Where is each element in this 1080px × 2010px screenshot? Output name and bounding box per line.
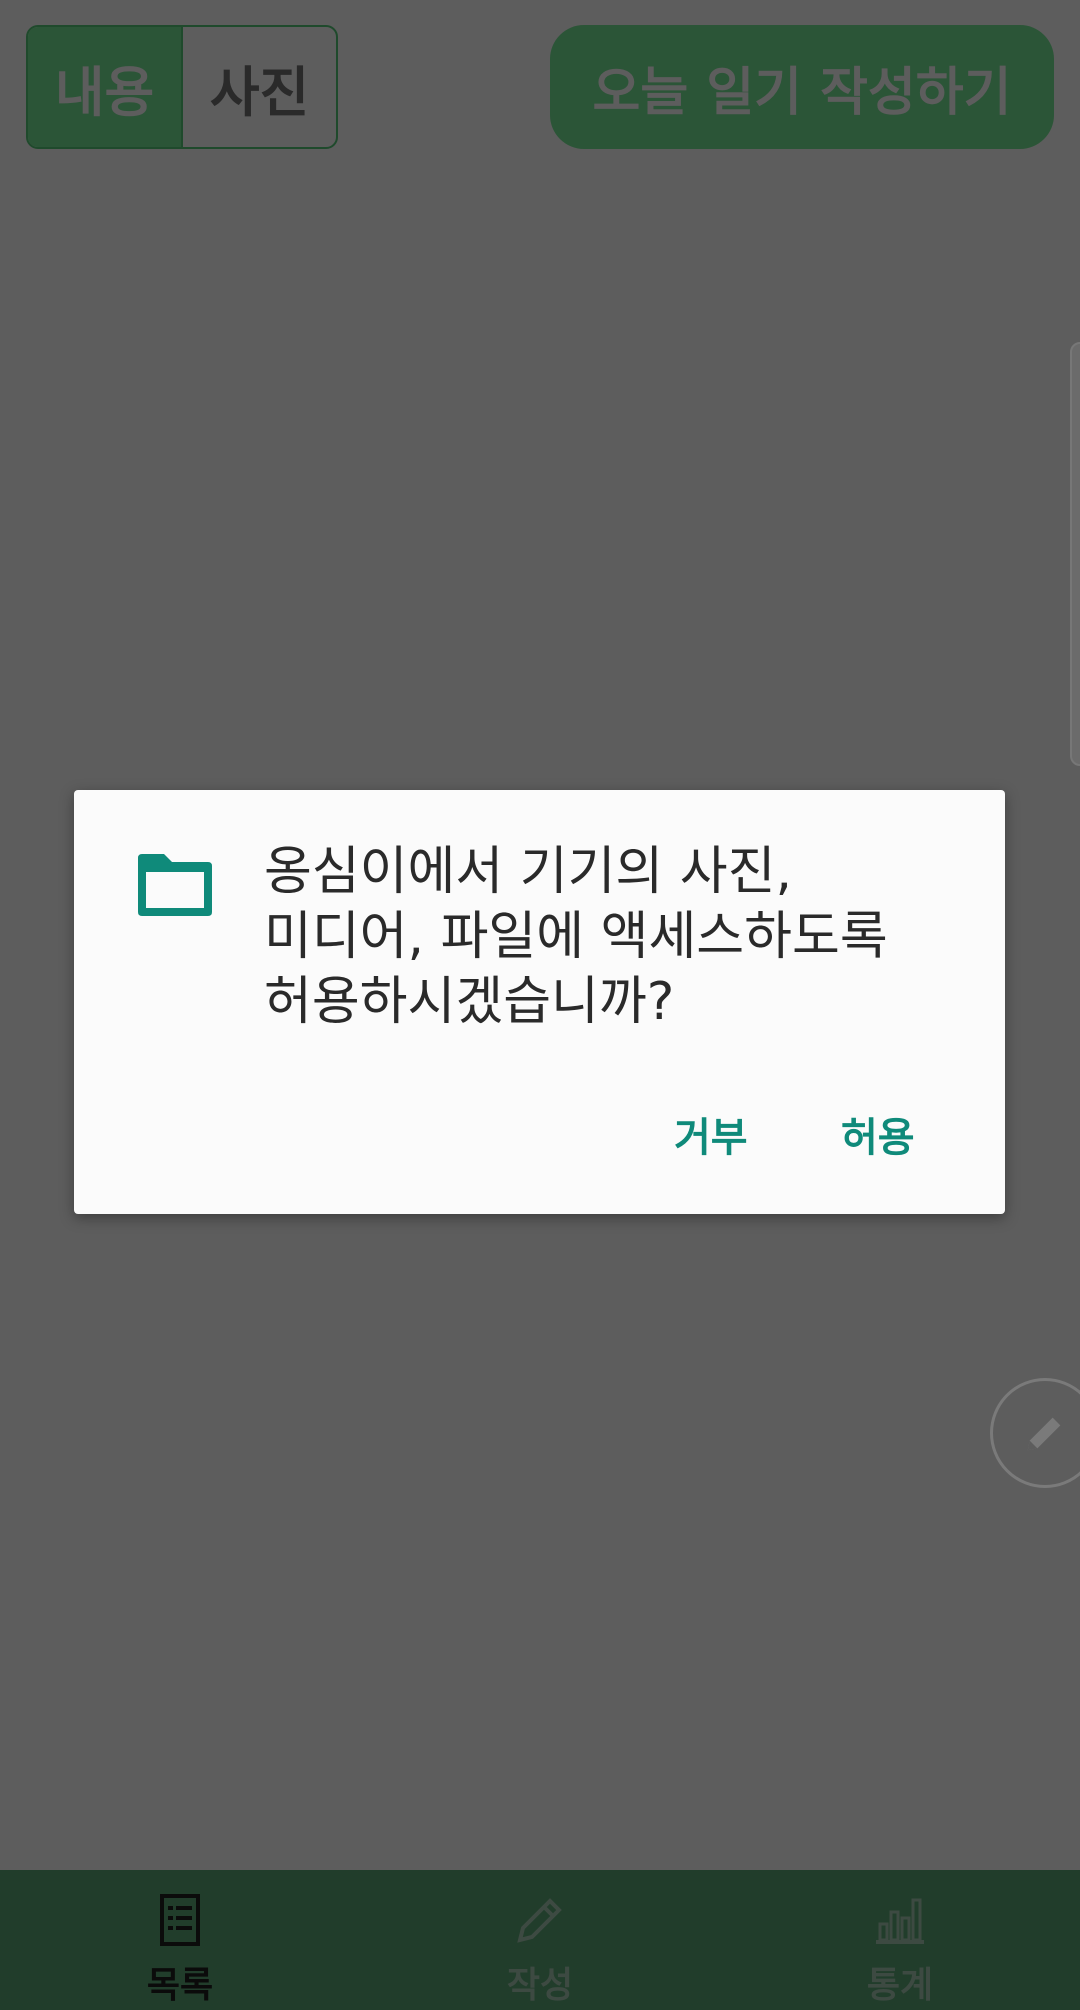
toggle-content-label: 내용 [54,60,155,124]
folder-icon [138,854,212,916]
toggle-content[interactable]: 내용 [28,27,181,147]
write-today-button[interactable]: 오늘 일기 작성하기 [550,25,1054,149]
nav-item-label: 작성 [506,1965,574,2006]
pencil-icon [1027,1417,1061,1451]
app-screen: 내용 사진 오늘 일기 작성하기 옹심이에서 기기의 사진, 미디어, 파일에 … [0,0,1080,2010]
deny-button[interactable]: 거부 [674,1105,748,1163]
allow-button[interactable]: 허용 [841,1105,915,1163]
toggle-photo-label: 사진 [209,60,310,124]
nav-item-label: 목록 [146,1965,214,2006]
dialog-message-line: 옹심이에서 기기의 사진, [264,842,792,902]
pencil-icon [517,1898,562,1943]
edit-fab-button[interactable] [990,1378,1080,1488]
dialog-message: 옹심이에서 기기의 사진, 미디어, 파일에 액세스하도록 허용하시겠습니까? [264,840,964,1035]
nav-item-label: 통계 [866,1965,934,2006]
nav-item-stats[interactable]: 통계 [720,1870,1080,2010]
nav-item-list[interactable]: 목록 [0,1870,360,2010]
toggle-photo[interactable]: 사진 [181,27,336,147]
permission-dialog: 옹심이에서 기기의 사진, 미디어, 파일에 액세스하도록 허용하시겠습니까? … [74,790,1005,1214]
bottom-navigation: 목록 작성 통계 [0,1870,1080,2010]
content-photo-toggle: 내용 사진 [26,25,338,149]
edge-panel-handle[interactable] [1070,342,1080,766]
write-today-label: 오늘 일기 작성하기 [592,62,1012,123]
list-icon [160,1894,200,1946]
dialog-message-line: 허용하시겠습니까? [264,972,675,1032]
bar-chart-icon [876,1898,924,1944]
nav-item-write[interactable]: 작성 [360,1870,720,2010]
dialog-message-line: 미디어, 파일에 액세스하도록 [264,907,888,967]
